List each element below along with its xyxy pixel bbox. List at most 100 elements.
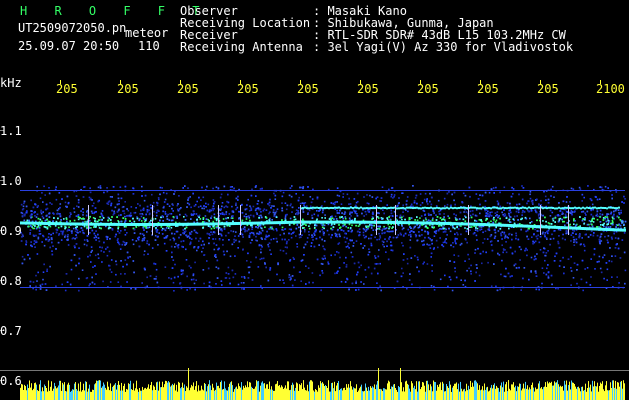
- noise-pixel: [544, 195, 547, 198]
- noise-pixel: [256, 232, 258, 235]
- noise-pixel: [202, 227, 204, 229]
- noise-pixel: [439, 237, 441, 239]
- noise-pixel: [124, 244, 126, 246]
- noise-pixel: [77, 199, 80, 201]
- noise-pixel: [387, 258, 390, 261]
- noise-pixel: [469, 214, 472, 217]
- noise-pixel: [319, 236, 321, 239]
- noise-pixel: [318, 244, 320, 246]
- noise-pixel: [238, 240, 241, 243]
- noise-pixel: [153, 210, 155, 213]
- noise-pixel: [67, 228, 69, 231]
- noise-pixel: [388, 237, 390, 240]
- noise-pixel: [481, 262, 483, 265]
- noise-pixel: [365, 276, 367, 278]
- noise-pixel: [232, 210, 234, 213]
- noise-pixel: [584, 212, 586, 214]
- noise-pixel: [374, 257, 377, 259]
- noise-pixel: [296, 224, 299, 226]
- noise-pixel: [367, 210, 370, 213]
- noise-pixel: [83, 186, 85, 188]
- noise-pixel: [97, 237, 100, 239]
- noise-pixel: [374, 236, 376, 239]
- noise-pixel: [95, 211, 97, 213]
- noise-pixel: [124, 220, 127, 222]
- noise-pixel: [116, 203, 119, 206]
- noise-pixel: [202, 196, 205, 199]
- noise-pixel: [29, 215, 32, 217]
- noise-pixel: [109, 281, 112, 283]
- noise-pixel: [235, 202, 237, 205]
- noise-pixel: [305, 205, 308, 207]
- noise-pixel: [572, 277, 575, 279]
- noise-pixel: [351, 282, 354, 285]
- noise-pixel: [250, 224, 252, 227]
- noise-pixel: [557, 214, 559, 217]
- noise-pixel: [378, 249, 380, 251]
- noise-pixel: [30, 225, 32, 227]
- noise-pixel: [223, 206, 226, 209]
- noise-pixel: [276, 208, 279, 210]
- noise-pixel: [548, 222, 551, 225]
- noise-pixel: [124, 201, 126, 203]
- noise-pixel: [269, 226, 272, 229]
- noise-pixel: [391, 230, 394, 233]
- noise-pixel: [422, 209, 425, 212]
- noise-pixel: [210, 217, 212, 219]
- noise-pixel: [574, 220, 576, 222]
- noise-pixel: [140, 209, 142, 212]
- noise-pixel: [117, 193, 120, 196]
- noise-pixel: [487, 213, 489, 215]
- noise-pixel: [565, 215, 567, 217]
- noise-pixel: [582, 210, 585, 213]
- noise-pixel: [537, 234, 539, 237]
- noise-pixel: [272, 238, 275, 240]
- noise-pixel: [353, 198, 356, 200]
- noise-pixel: [330, 236, 332, 239]
- noise-pixel: [624, 269, 627, 272]
- noise-pixel: [288, 224, 291, 226]
- noise-pixel: [249, 242, 252, 244]
- noise-pixel: [75, 264, 77, 267]
- noise-pixel: [30, 216, 32, 219]
- noise-pixel: [225, 272, 228, 274]
- noise-pixel: [180, 270, 183, 272]
- noise-pixel: [365, 229, 368, 231]
- noise-pixel: [356, 273, 358, 276]
- noise-pixel: [321, 228, 324, 231]
- noise-pixel: [346, 237, 348, 240]
- noise-pixel: [448, 227, 450, 230]
- noise-pixel: [600, 233, 603, 235]
- noise-pixel: [475, 227, 477, 229]
- noise-pixel: [269, 269, 271, 271]
- noise-pixel: [205, 218, 208, 220]
- noise-pixel: [269, 249, 271, 251]
- noise-pixel: [515, 267, 518, 269]
- noise-pixel: [426, 243, 428, 246]
- noise-pixel: [186, 236, 189, 238]
- noise-pixel: [477, 198, 480, 200]
- noise-pixel: [304, 243, 307, 246]
- noise-pixel: [569, 212, 572, 214]
- noise-pixel: [504, 237, 506, 239]
- noise-pixel: [288, 194, 291, 197]
- noise-pixel: [298, 196, 300, 199]
- noise-pixel: [95, 239, 97, 241]
- noise-pixel: [117, 227, 119, 230]
- noise-pixel: [111, 209, 113, 212]
- noise-pixel: [195, 279, 197, 281]
- noise-pixel: [360, 243, 362, 245]
- noise-pixel: [483, 238, 486, 240]
- noise-pixel: [587, 185, 589, 187]
- noise-pixel: [243, 215, 246, 218]
- noise-pixel: [617, 209, 620, 211]
- noise-pixel: [456, 231, 458, 234]
- noise-pixel: [48, 187, 50, 189]
- noise-pixel: [330, 227, 332, 230]
- noise-pixel: [345, 264, 348, 266]
- noise-pixel: [432, 227, 435, 229]
- noise-pixel: [95, 273, 97, 275]
- noise-pixel: [29, 233, 31, 235]
- noise-pixel: [260, 248, 262, 251]
- noise-pixel: [405, 203, 408, 206]
